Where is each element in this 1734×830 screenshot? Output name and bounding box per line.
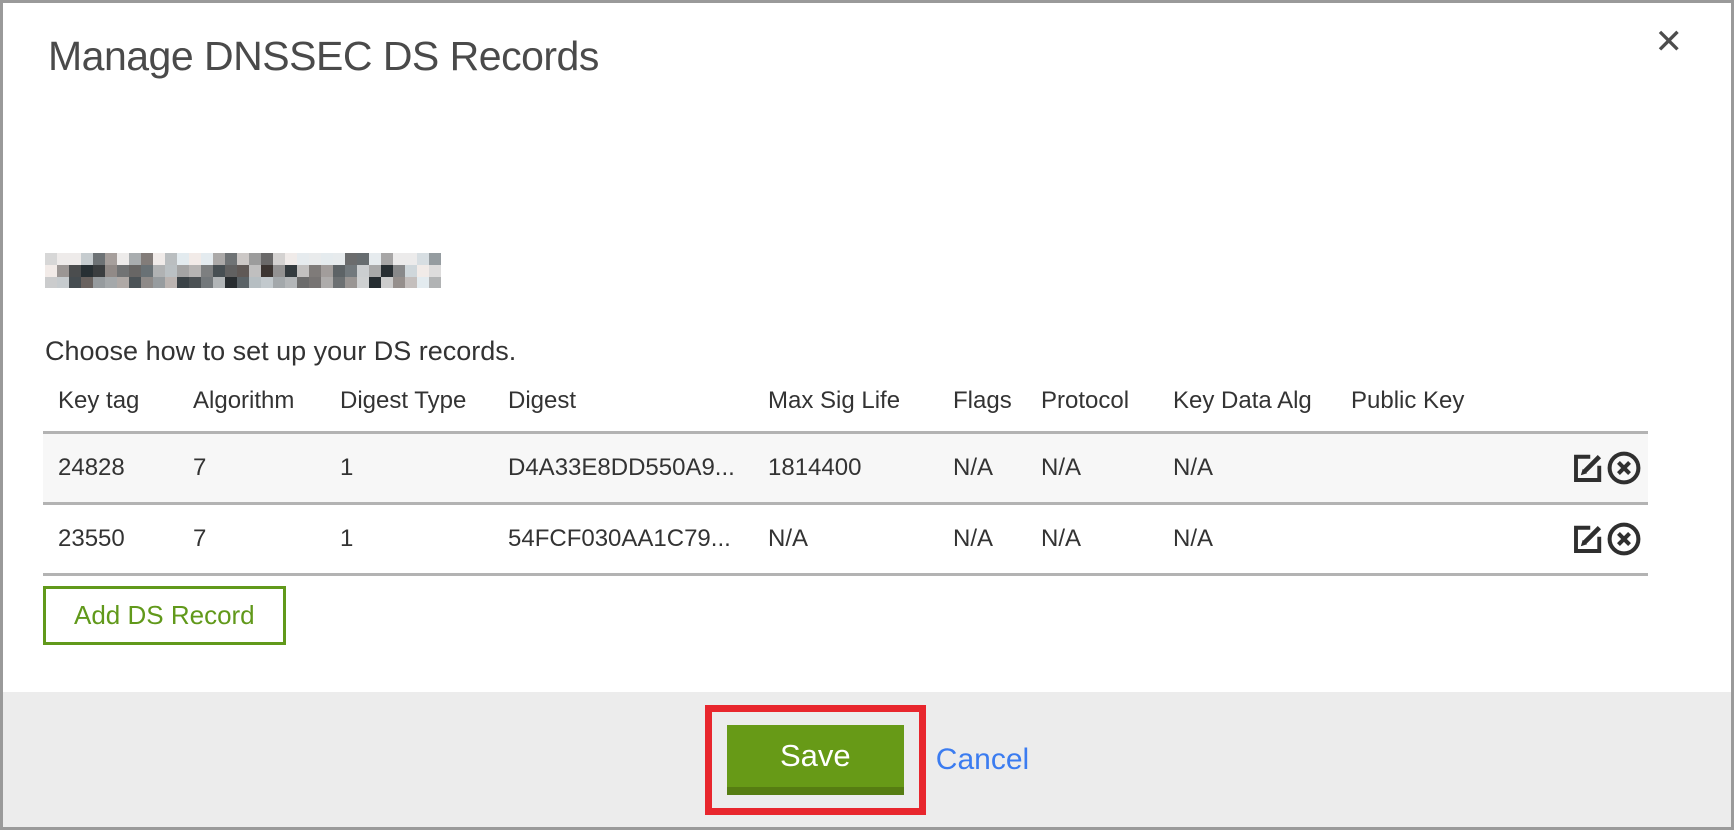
cell-public-key [1336,433,1558,504]
cell-flags: N/A [938,504,1026,575]
table-row: 23550 7 1 54FCF030AA1C79... N/A N/A N/A … [43,504,1648,575]
cell-key-tag: 23550 [43,504,178,575]
col-header-key-tag: Key tag [43,375,178,433]
cell-actions [1558,433,1648,504]
col-header-digest: Digest [493,375,753,433]
table-row: 24828 7 1 D4A33E8DD550A9... 1814400 N/A … [43,433,1648,504]
cell-flags: N/A [938,433,1026,504]
delete-record-icon[interactable] [1606,521,1642,557]
save-button[interactable]: Save [727,725,904,795]
col-header-digest-type: Digest Type [325,375,493,433]
col-header-key-data-alg: Key Data Alg [1158,375,1336,433]
col-header-actions [1558,375,1648,433]
col-header-flags: Flags [938,375,1026,433]
cell-key-tag: 24828 [43,433,178,504]
cell-public-key [1336,504,1558,575]
ds-records-table: Key tag Algorithm Digest Type Digest Max… [43,375,1648,576]
cell-protocol: N/A [1026,504,1158,575]
manage-dnssec-dialog: Manage DNSSEC DS Records ✕ Choose how to… [0,0,1734,830]
cell-digest-type: 1 [325,433,493,504]
cell-key-data-alg: N/A [1158,433,1336,504]
cell-max-sig-life: 1814400 [753,433,938,504]
col-header-public-key: Public Key [1336,375,1558,433]
cell-digest: 54FCF030AA1C79... [493,504,753,575]
delete-record-icon[interactable] [1606,450,1642,486]
cancel-link[interactable]: Cancel [936,743,1029,777]
col-header-max-sig-life: Max Sig Life [753,375,938,433]
red-highlight-annotation: Save [705,705,926,815]
col-header-protocol: Protocol [1026,375,1158,433]
cell-protocol: N/A [1026,433,1158,504]
cell-key-data-alg: N/A [1158,504,1336,575]
cell-algorithm: 7 [178,433,325,504]
table-header-row: Key tag Algorithm Digest Type Digest Max… [43,375,1648,433]
cell-digest: D4A33E8DD550A9... [493,433,753,504]
dialog-title: Manage DNSSEC DS Records [48,31,1731,81]
close-icon[interactable]: ✕ [1655,25,1684,59]
redacted-domain-name [45,253,441,288]
edit-record-icon[interactable] [1570,450,1606,486]
cell-digest-type: 1 [325,504,493,575]
dialog-footer: Save Cancel [3,692,1731,827]
cell-algorithm: 7 [178,504,325,575]
edit-record-icon[interactable] [1570,521,1606,557]
cell-actions [1558,504,1648,575]
instruction-text: Choose how to set up your DS records. [45,335,1731,367]
col-header-algorithm: Algorithm [178,375,325,433]
cell-max-sig-life: N/A [753,504,938,575]
add-ds-record-button[interactable]: Add DS Record [43,586,286,645]
